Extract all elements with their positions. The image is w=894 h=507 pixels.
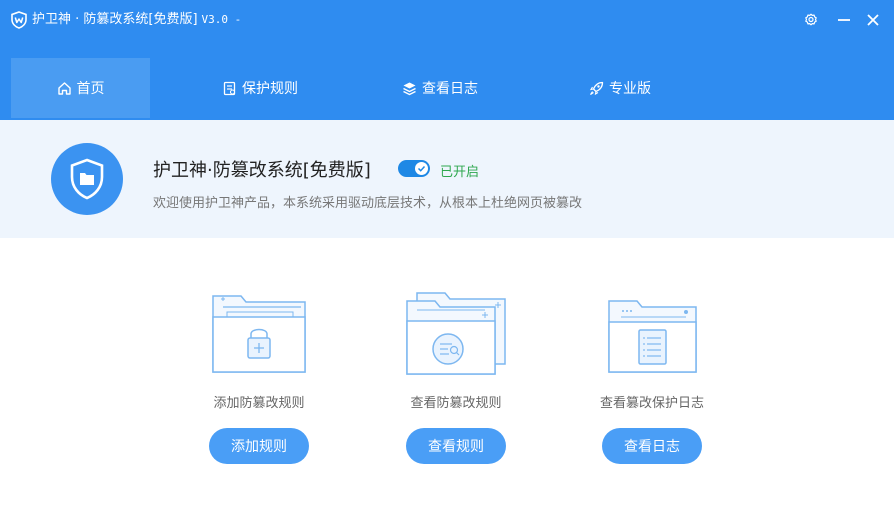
minimize-icon bbox=[838, 19, 850, 21]
layers-icon bbox=[403, 82, 416, 95]
title-bar: 护卫神 · 防篡改系统[免费版] V3.0 - bbox=[0, 0, 894, 40]
rules-icon bbox=[223, 81, 236, 95]
view-rules-card: 查看防篡改规则 查看规则 bbox=[366, 288, 546, 478]
version-text: V3.0 - bbox=[201, 13, 242, 26]
product-title: 护卫神·防篡改系统[免费版] bbox=[153, 160, 371, 181]
folder-lock-icon bbox=[212, 295, 306, 373]
check-icon bbox=[417, 165, 426, 172]
tab-pro-label: 专业版 bbox=[609, 81, 651, 97]
view-rules-button[interactable]: 查看规则 bbox=[406, 428, 506, 464]
product-description: 欢迎使用护卫神产品，本系统采用驱动底层技术，从根本上杜绝网页被篡改 bbox=[153, 196, 583, 211]
shield-folder-icon bbox=[70, 158, 104, 200]
product-logo bbox=[51, 143, 123, 215]
close-button[interactable] bbox=[863, 10, 883, 30]
tab-pro[interactable]: 专业版 bbox=[550, 58, 690, 118]
status-panel: 护卫神·防篡改系统[免费版] 已开启 欢迎使用护卫神产品，本系统采用驱动底层技术… bbox=[0, 120, 894, 238]
shield-w-icon bbox=[11, 11, 27, 29]
tab-home[interactable]: 首页 bbox=[11, 58, 150, 118]
add-rule-button[interactable]: 添加规则 bbox=[209, 428, 309, 464]
add-rule-label: 添加防篡改规则 bbox=[213, 396, 305, 411]
tab-logs[interactable]: 查看日志 bbox=[370, 58, 510, 118]
settings-button[interactable] bbox=[801, 10, 821, 30]
view-logs-label: 查看篡改保护日志 bbox=[599, 396, 704, 411]
home-icon bbox=[57, 81, 71, 95]
tab-logs-label: 查看日志 bbox=[422, 81, 478, 97]
gear-icon bbox=[805, 13, 817, 26]
close-icon bbox=[867, 14, 879, 26]
nav-bar: 首页 保护规则 查看日志 专业版 bbox=[0, 40, 894, 120]
tab-rules[interactable]: 保护规则 bbox=[190, 58, 330, 118]
tab-rules-label: 保护规则 bbox=[242, 81, 298, 97]
add-rule-card: 添加防篡改规则 添加规则 bbox=[169, 288, 349, 478]
minimize-button[interactable] bbox=[834, 10, 854, 30]
status-text: 已开启 bbox=[440, 165, 480, 180]
browser-document-icon bbox=[608, 300, 697, 373]
protection-toggle[interactable] bbox=[398, 160, 430, 177]
folder-search-icon bbox=[406, 292, 506, 375]
rocket-icon bbox=[589, 81, 604, 95]
toggle-knob bbox=[415, 162, 428, 175]
view-rules-label: 查看防篡改规则 bbox=[410, 396, 502, 411]
window-title: 护卫神 · 防篡改系统[免费版] V3.0 - bbox=[32, 12, 241, 28]
tab-home-label: 首页 bbox=[76, 81, 105, 97]
window-title-text: 护卫神 · 防篡改系统[免费版] bbox=[32, 12, 198, 27]
view-logs-card: 查看篡改保护日志 查看日志 bbox=[562, 288, 742, 478]
view-logs-button[interactable]: 查看日志 bbox=[602, 428, 702, 464]
